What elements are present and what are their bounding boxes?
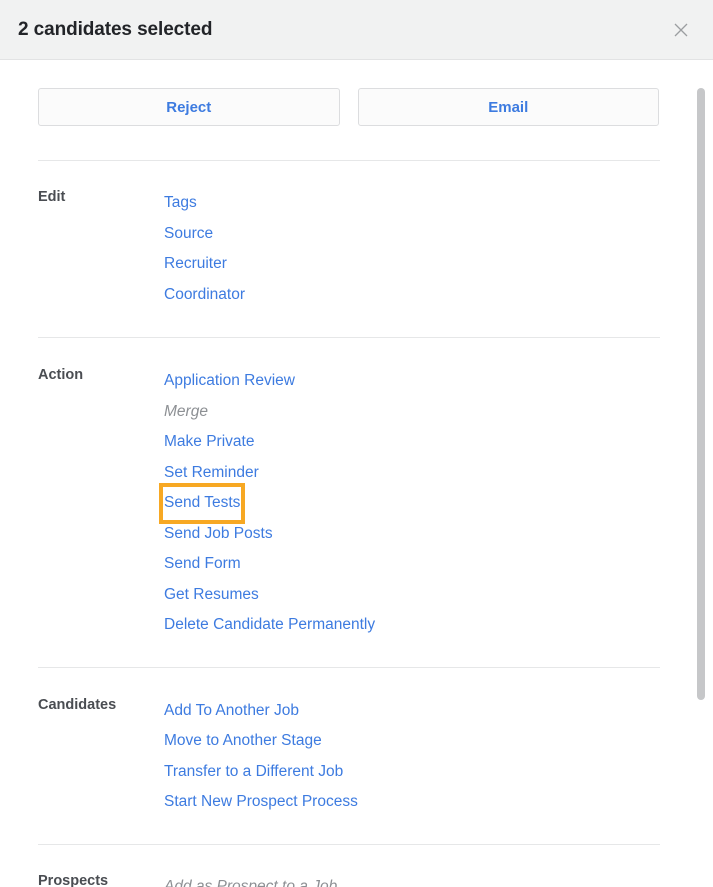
menu-item-send-form[interactable]: Send Form [164,549,241,580]
menu-item-merge: Merge [164,402,208,420]
section-items-prospects: Add as Prospect to a Job Convert to Cand… [164,872,337,887]
section-label-edit: Edit [38,189,66,205]
section-label-candidates: Candidates [38,696,117,713]
menu-item-transfer-to-a-different-job[interactable]: Transfer to a Different Job [164,757,343,788]
menu-item-coordinator[interactable]: Coordinator [164,280,245,311]
page-title: 2 candidates selected [18,18,213,40]
section-items-candidates: Add To Another Job Move to Another Stage… [164,696,358,818]
menu-item-send-tests[interactable]: Send Tests [158,483,246,524]
section-candidates: Candidates Add To Another Job Move to An… [38,668,659,818]
menu-item-make-private[interactable]: Make Private [164,427,254,458]
section-items-action: Application Review Merge Make Private Se… [158,366,375,641]
section-items-edit: Tags Source Recruiter Coordinator [164,188,245,310]
modal-header: 2 candidates selected [0,0,713,60]
menu-item-start-new-prospect-process[interactable]: Start New Prospect Process [164,787,358,818]
modal-body: Reject Email Edit Tags Source Recruiter … [0,60,713,887]
menu-item-source[interactable]: Source [164,219,213,250]
section-edit: Edit Tags Source Recruiter Coordinator [38,161,659,310]
menu-item-move-to-another-stage[interactable]: Move to Another Stage [164,726,322,757]
vertical-scrollbar-thumb[interactable] [697,88,705,700]
close-button[interactable] [667,16,695,44]
bulk-actions-panel: Reject Email Edit Tags Source Recruiter … [0,60,697,887]
close-icon [673,22,689,38]
email-button[interactable]: Email [357,88,659,126]
section-label-action: Action [38,367,84,383]
menu-item-get-resumes[interactable]: Get Resumes [164,580,259,611]
menu-item-application-review[interactable]: Application Review [164,366,295,397]
menu-item-tags[interactable]: Tags [164,188,197,219]
menu-item-add-as-prospect-to-a-job: Add as Prospect to a Job [164,877,338,887]
reject-button[interactable]: Reject [38,88,340,126]
primary-actions-row: Reject Email [38,60,659,126]
section-prospects: Prospects Add as Prospect to a Job Conve… [38,845,659,887]
section-label-prospects: Prospects [38,872,109,887]
menu-item-add-to-another-job[interactable]: Add To Another Job [164,696,299,727]
menu-item-recruiter[interactable]: Recruiter [164,249,227,280]
menu-item-set-reminder[interactable]: Set Reminder [164,458,259,489]
section-action: Action Application Review Merge Make Pri… [38,338,659,641]
menu-item-send-job-posts[interactable]: Send Job Posts [164,519,273,550]
menu-item-delete-candidate-permanently[interactable]: Delete Candidate Permanently [164,610,375,641]
